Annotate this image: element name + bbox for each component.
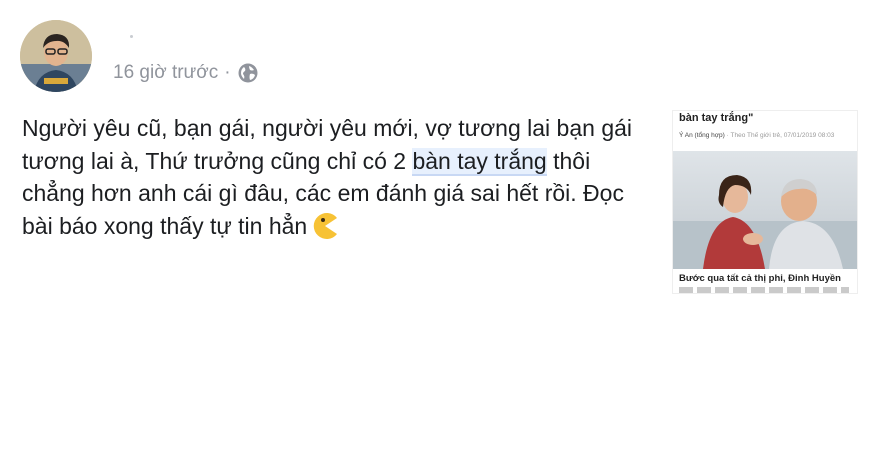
globe-icon[interactable] <box>237 62 259 84</box>
pacman-emoji-icon <box>311 212 339 240</box>
name-placeholder-dot <box>130 35 133 38</box>
meta-separator: · <box>224 62 231 83</box>
post-meta: 16 giờ trước · <box>113 61 259 85</box>
attachment-byline: Ý An (tổng hợp) · Theo Thế giới trẻ, 07/… <box>679 131 851 140</box>
timestamp-link[interactable]: 16 giờ trước <box>113 62 218 84</box>
attachment-caption: Bước qua tất cả thị phi, Đinh Huyền <box>679 273 841 284</box>
attachment-source: · Theo Thế giới trẻ, 07/01/2019 08:03 <box>724 132 835 139</box>
attachment-caption-cutoff <box>679 287 849 293</box>
profile-avatar[interactable] <box>20 20 92 92</box>
highlighted-keyword-link[interactable]: bàn tay trắng <box>412 147 547 176</box>
attachment-author: Ý An (tổng hợp) <box>679 132 725 139</box>
post-text: Người yêu cũ, bạn gái, người yêu mới, vợ… <box>22 112 642 242</box>
attachment-title: bàn tay trắng" <box>679 112 754 124</box>
attachment-thumbnail[interactable]: bàn tay trắng" Ý An (tổng hợp) · Theo Th… <box>672 110 858 294</box>
attachment-photo <box>673 151 857 269</box>
